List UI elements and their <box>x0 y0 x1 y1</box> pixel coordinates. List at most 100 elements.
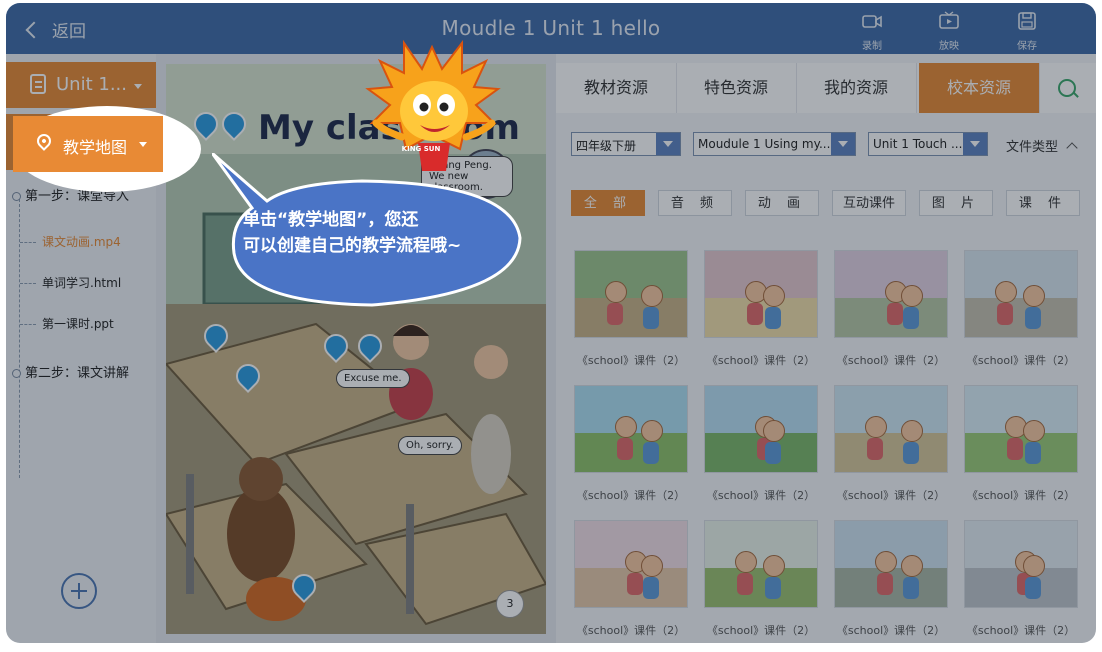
thumbnail-figure <box>643 307 659 329</box>
step-item[interactable]: 第二步：课文讲解 <box>12 362 129 381</box>
module-select[interactable]: Moudule 1 Using my... <box>693 132 856 156</box>
guide-line-1: 单击“教学地图”，您还 <box>243 210 419 230</box>
thumbnail-figure <box>605 281 627 303</box>
resource-item[interactable]: 第一课时.ppt <box>20 315 114 332</box>
resource-thumbnail[interactable] <box>964 250 1078 338</box>
play-screen-icon <box>939 11 959 29</box>
thumbnail-figure <box>901 555 923 577</box>
thumbnail-scene <box>705 568 817 607</box>
thumbnail-figure <box>765 577 781 599</box>
step-label: 第二步：课文讲解 <box>25 366 130 381</box>
add-step-button[interactable] <box>61 573 97 609</box>
dropdown-arrow-icon <box>656 133 680 155</box>
thumbnail-figure <box>1025 442 1041 464</box>
tab-my-resources[interactable]: 我的资源 <box>796 63 917 113</box>
thumbnail-figure <box>765 442 781 464</box>
resource-caption: 《school》课件（2） <box>576 624 686 637</box>
unit-select[interactable]: Unit 1 Touch ... <box>868 132 988 156</box>
thumbnail-figure <box>627 573 643 595</box>
teaching-map-button-highlight[interactable]: 教学地图 <box>13 116 163 172</box>
file-type-toggle[interactable]: 文件类型 <box>1006 136 1078 155</box>
tab-textbook-resources[interactable]: 教材资源 <box>556 63 677 113</box>
thumbnail-figure <box>607 303 623 325</box>
play-screen-label: 放映 <box>939 41 959 52</box>
thumbnail-figure <box>995 281 1017 303</box>
thumbnail-scene <box>835 433 947 472</box>
resource-thumbnail[interactable] <box>574 385 688 473</box>
category-images[interactable]: 图 片 <box>919 190 993 216</box>
thumbnail-figure <box>617 438 633 460</box>
thumbnail-figure <box>997 303 1013 325</box>
save-icon <box>1018 12 1036 30</box>
resource-thumbnail[interactable] <box>704 250 818 338</box>
thumbnail-figure <box>641 285 663 307</box>
guide-line-2: 可以创建自己的教学流程哦~ <box>243 236 462 256</box>
thumbnail-figure <box>763 285 785 307</box>
play-screen-button[interactable]: 放映 <box>927 11 971 52</box>
thumbnail-figure <box>1025 307 1041 329</box>
thumbnail-figure <box>1023 420 1045 442</box>
record-label: 录制 <box>862 41 882 52</box>
resource-panel: 教材资源 特色资源 我的资源 校本资源 四年级下册 Moudule 1 Usin… <box>556 54 1096 643</box>
speech-bubble: Excuse me. <box>336 369 410 388</box>
resource-caption: 《school》课件（2） <box>706 624 816 637</box>
resource-thumbnail[interactable] <box>834 520 948 608</box>
grade-select-value: 四年级下册 <box>576 139 637 153</box>
thumbnail-scene <box>965 251 1077 299</box>
resource-thumbnail[interactable] <box>964 385 1078 473</box>
thumbnail-figure <box>763 420 785 442</box>
thumbnail-figure <box>903 577 919 599</box>
category-all[interactable]: 全 部 <box>571 190 645 216</box>
save-button[interactable]: 保存 <box>1005 11 1049 52</box>
grade-select[interactable]: 四年级下册 <box>571 132 681 156</box>
location-pin-icon <box>34 131 54 151</box>
thumbnail-figure <box>747 303 763 325</box>
guide-tooltip-text: 单击“教学地图”，您还 可以创建自己的教学流程哦~ <box>243 207 461 259</box>
record-icon <box>862 15 882 28</box>
category-animation[interactable]: 动 画 <box>745 190 819 216</box>
resource-caption: 《school》课件（2） <box>706 354 816 367</box>
search-icon[interactable] <box>1058 79 1076 97</box>
module-select-value: Moudule 1 Using my... <box>698 137 831 151</box>
resource-thumbnail[interactable] <box>704 385 818 473</box>
resource-thumbnail[interactable] <box>834 250 948 338</box>
category-interactive[interactable]: 互动课件 <box>832 190 906 216</box>
thumbnail-figure <box>901 285 923 307</box>
top-bar: 返回 Moudle 1 Unit 1 hello 录制 放映 保存 <box>6 3 1096 54</box>
resource-caption: 《school》课件（2） <box>966 354 1076 367</box>
mascot-sun-character <box>365 39 501 171</box>
resource-thumbnail[interactable] <box>964 520 1078 608</box>
mascot-badge: KING SUN <box>401 145 441 153</box>
unit-select-value: Unit 1 Touch ... <box>873 137 963 151</box>
resource-item[interactable]: 单词学习.html <box>20 274 121 291</box>
dropdown-arrow-icon <box>963 133 987 155</box>
resource-thumbnail[interactable] <box>704 520 818 608</box>
dropdown-arrow-icon <box>134 84 142 89</box>
resource-item-active[interactable]: 课文动画.mp4 <box>20 233 121 250</box>
resource-thumbnail[interactable] <box>834 385 948 473</box>
resource-caption: 《school》课件（2） <box>836 489 946 502</box>
unit-selector[interactable]: Unit 1... <box>6 62 156 108</box>
teaching-map-label: 教学地图 <box>63 138 128 157</box>
resource-thumbnail[interactable] <box>574 520 688 608</box>
thumbnail-figure <box>903 442 919 464</box>
thumbnail-figure <box>901 420 923 442</box>
save-label: 保存 <box>1017 41 1037 52</box>
step-node-icon <box>12 192 21 201</box>
tab-school-resources[interactable]: 校本资源 <box>919 63 1040 113</box>
thumbnail-scene <box>835 386 947 434</box>
thumbnail-figure <box>1023 285 1045 307</box>
thumbnail-figure <box>865 416 887 438</box>
thumbnail-figure <box>737 573 753 595</box>
resource-thumbnail[interactable] <box>574 250 688 338</box>
tab-featured-resources[interactable]: 特色资源 <box>676 63 797 113</box>
thumbnail-figure <box>765 307 781 329</box>
thumbnail-scene <box>575 298 687 337</box>
thumbnail-scene <box>965 298 1077 337</box>
unit-selector-label: Unit 1... <box>56 74 127 95</box>
category-audio[interactable]: 音 频 <box>658 190 732 216</box>
thumbnail-figure <box>1007 438 1023 460</box>
category-courseware[interactable]: 课 件 <box>1006 190 1080 216</box>
record-button[interactable]: 录制 <box>850 11 894 52</box>
thumbnail-figure <box>1023 555 1045 577</box>
